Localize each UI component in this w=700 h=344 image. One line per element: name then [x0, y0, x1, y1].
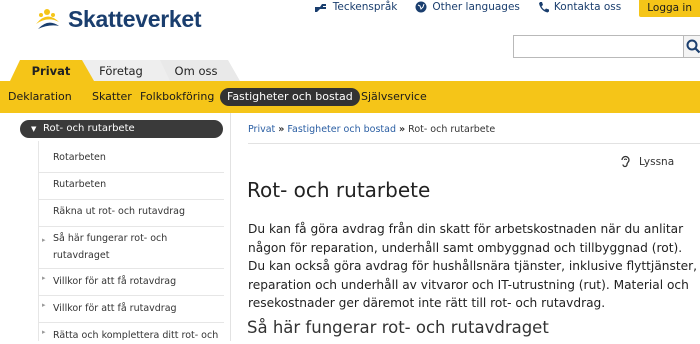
intro-paragraph: Du kan få göra avdrag från din skatt för… [248, 222, 698, 310]
sidebar-item-label: Villkor för att få rutavdrag [53, 303, 177, 314]
breadcrumb-privat[interactable]: Privat [248, 124, 275, 135]
breadcrumb: Privat» Fastigheter och bostad» Rot- och r… [248, 124, 495, 135]
breadcrumb-fastigheter[interactable]: Fastigheter och bostad [287, 124, 396, 135]
caret-right-icon: ▸ [42, 236, 46, 244]
section-nav: Deklaration Skatter Folkbokföring Fastig… [0, 81, 700, 113]
ear-icon [621, 155, 630, 168]
sign-language-icon [314, 3, 326, 12]
crown-icon [32, 4, 62, 34]
listen-button[interactable]: Lyssna [620, 155, 674, 168]
listen-label: Lyssna [639, 155, 675, 168]
other-languages-link[interactable]: Other languages [415, 0, 520, 14]
breadcrumb-divider [248, 143, 700, 144]
sidebar-header-label: Rot- och rutarbete [43, 123, 135, 134]
nav-fastigheter-och-bostad[interactable]: Fastigheter och bostad [220, 88, 360, 106]
caret-right-icon: ▸ [42, 328, 46, 336]
phone-icon [538, 2, 549, 13]
tab-privat[interactable]: Privat [20, 60, 82, 81]
tab-foretag[interactable]: Företag [90, 60, 152, 81]
sidebar-item-label: Rotarbeten [53, 152, 106, 163]
breadcrumb-separator: » [399, 124, 406, 135]
nav-skatter[interactable]: Skatter [92, 88, 132, 106]
sidebar-item-label: Rätta och komplettera ditt rot- och [53, 330, 219, 341]
search-input[interactable] [513, 35, 688, 58]
nav-folkbokforing[interactable]: Folkbokföring [140, 88, 214, 106]
tab-om-oss[interactable]: Om oss [160, 60, 232, 81]
login-button[interactable]: Logga in [639, 0, 700, 17]
top-links: Teckenspråk Other languages Kontakta oss… [314, 0, 700, 17]
search-button[interactable] [683, 35, 700, 58]
caret-right-icon: ▸ [42, 274, 46, 282]
sidebar-item-ratta[interactable]: ▸ Rätta och komplettera ditt rot- och [38, 322, 224, 341]
contact-link[interactable]: Kontakta oss [538, 0, 621, 14]
breadcrumb-current: Rot- och rutarbete [408, 124, 496, 135]
sidebar-item-rotarbeten[interactable]: Rotarbeten [38, 145, 224, 173]
section-heading: Så här fungerar rot- och rutavdraget [247, 318, 549, 337]
sidebar-item-label: Räkna ut rot- och rutavdrag [53, 206, 185, 217]
page-title: Rot- och rutarbete [247, 178, 431, 202]
sidebar-item-rakna-ut[interactable]: Räkna ut rot- och rutavdrag [38, 199, 224, 227]
sidebar-header[interactable]: ▼ Rot- och rutarbete [20, 120, 223, 138]
caret-down-icon: ▼ [31, 125, 37, 133]
other-languages-label: Other languages [432, 1, 520, 13]
sidebar-item-rutarbeten[interactable]: Rutarbeten [38, 172, 224, 200]
sidebar-item-label-cont: rutavdraget [53, 250, 110, 261]
sidebar-item-label: Villkor för att få rotavdrag [53, 276, 177, 287]
search-icon [686, 39, 700, 54]
sidebar-item-sa-har-fungerar[interactable]: ▸ Så här fungerar rot- och rutavdraget [38, 226, 224, 269]
sign-language-link[interactable]: Teckenspråk [314, 0, 398, 14]
breadcrumb-separator: » [278, 124, 285, 135]
caret-right-icon: ▸ [42, 301, 46, 309]
sign-language-label: Teckenspråk [332, 1, 398, 13]
contact-label: Kontakta oss [553, 1, 622, 13]
sidebar-item-villkor-rut[interactable]: ▸ Villkor för att få rutavdrag [38, 295, 224, 323]
nav-deklaration[interactable]: Deklaration [8, 88, 72, 106]
nav-sjalvservice[interactable]: Självservice [361, 88, 427, 106]
column-divider [230, 113, 231, 341]
sidebar-item-villkor-rot[interactable]: ▸ Villkor för att få rotavdrag [38, 268, 224, 296]
brand-name: Skatteverket [68, 5, 202, 32]
sidebar-item-label: Så här fungerar rot- och [53, 233, 168, 244]
globe-icon [415, 1, 427, 13]
skatteverket-logo[interactable]: Skatteverket [32, 4, 202, 34]
sidebar-item-label: Rutarbeten [53, 179, 107, 190]
